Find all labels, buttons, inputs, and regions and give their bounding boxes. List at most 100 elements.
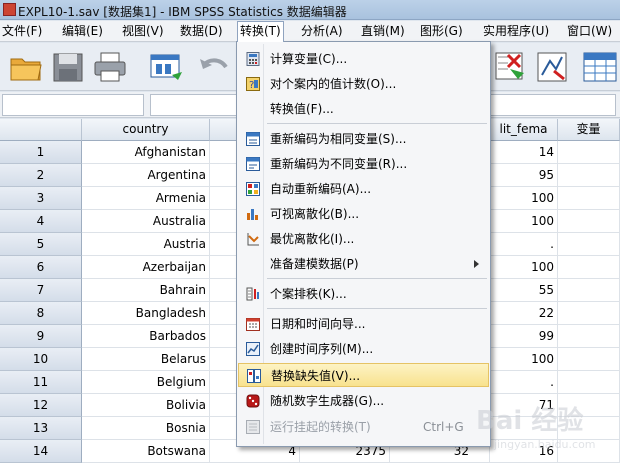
menu-data[interactable]: 数据(D) bbox=[178, 21, 225, 42]
cell-empty[interactable] bbox=[558, 325, 620, 348]
row-header[interactable]: 9 bbox=[0, 325, 82, 348]
row-header[interactable]: 8 bbox=[0, 302, 82, 325]
cell-country[interactable]: Armenia bbox=[82, 187, 210, 210]
menu-view[interactable]: 视图(V) bbox=[120, 21, 166, 42]
menu-direct-marketing[interactable]: 直销(M) bbox=[359, 21, 407, 42]
menu-item-recode-same[interactable]: 重新编码为相同变量(S)... bbox=[238, 127, 489, 151]
menu-edit[interactable]: 编辑(E) bbox=[60, 21, 105, 42]
weight-cases-icon[interactable] bbox=[534, 49, 570, 85]
select-cases-icon[interactable] bbox=[492, 49, 528, 85]
cell-empty[interactable] bbox=[558, 302, 620, 325]
cell-empty[interactable] bbox=[558, 187, 620, 210]
menu-item-label: 转换值(F)... bbox=[270, 102, 334, 116]
cell-lit-fema[interactable]: 55 bbox=[490, 279, 558, 302]
menu-item-count-values[interactable]: ? 对个案内的值计数(O)... bbox=[238, 72, 489, 96]
optimal-binning-icon bbox=[247, 233, 259, 246]
cell-country[interactable]: Bosnia bbox=[82, 417, 210, 440]
menu-item-shortcut: Ctrl+G bbox=[423, 420, 464, 434]
menu-separator bbox=[267, 123, 487, 124]
cell-country[interactable]: Bolivia bbox=[82, 394, 210, 417]
menu-graphs[interactable]: 图形(G) bbox=[418, 21, 465, 42]
menu-item-label: 计算变量(C)... bbox=[270, 52, 348, 66]
row-header[interactable]: 2 bbox=[0, 164, 82, 187]
menu-item-optimal-binning[interactable]: 最优离散化(I)... bbox=[238, 227, 489, 251]
row-header[interactable]: 4 bbox=[0, 210, 82, 233]
row-header[interactable]: 3 bbox=[0, 187, 82, 210]
menu-item-recode-different[interactable]: 重新编码为不同变量(R)... bbox=[238, 152, 489, 176]
calculator-icon bbox=[246, 52, 260, 66]
cell-country[interactable]: Austria bbox=[82, 233, 210, 256]
cell-lit-fema[interactable]: 100 bbox=[490, 348, 558, 371]
cell-country[interactable]: Afghanistan bbox=[82, 141, 210, 164]
cell-country[interactable]: Argentina bbox=[82, 164, 210, 187]
menu-item-auto-recode[interactable]: 自动重新编码(A)... bbox=[238, 177, 489, 201]
cell-empty[interactable] bbox=[558, 256, 620, 279]
cell-country[interactable]: Barbados bbox=[82, 325, 210, 348]
cell-lit-fema[interactable]: 100 bbox=[490, 187, 558, 210]
cell-lit-fema[interactable]: 100 bbox=[490, 210, 558, 233]
menu-window[interactable]: 窗口(W) bbox=[565, 21, 614, 42]
watermark-logo: Bai 经验 bbox=[476, 406, 584, 436]
cell-name-box[interactable] bbox=[2, 94, 144, 116]
menu-item-label: 创建时间序列(M)... bbox=[270, 342, 374, 356]
print-icon[interactable] bbox=[92, 49, 128, 85]
cell-lit-fema[interactable]: 100 bbox=[490, 256, 558, 279]
cell-lit-fema[interactable]: 14 bbox=[490, 141, 558, 164]
row-header[interactable]: 10 bbox=[0, 348, 82, 371]
cell-empty[interactable] bbox=[558, 164, 620, 187]
menu-item-create-time-series[interactable]: 创建时间序列(M)... bbox=[238, 337, 489, 361]
menu-analyze[interactable]: 分析(A) bbox=[299, 21, 345, 42]
menu-item-prepare-modeling[interactable]: 准备建模数据(P) bbox=[238, 252, 489, 276]
value-labels-icon[interactable] bbox=[582, 49, 618, 85]
cell-country[interactable]: Australia bbox=[82, 210, 210, 233]
title-bar: EXPL10-1.sav [数据集1] - IBM SPSS Statistic… bbox=[0, 0, 620, 20]
menu-item-compute-variable[interactable]: 计算变量(C)... bbox=[238, 47, 489, 71]
time-series-icon bbox=[246, 342, 260, 356]
cell-country[interactable]: Belgium bbox=[82, 371, 210, 394]
cell-empty[interactable] bbox=[558, 141, 620, 164]
cell-empty[interactable] bbox=[558, 210, 620, 233]
row-header[interactable]: 11 bbox=[0, 371, 82, 394]
menu-transform[interactable]: 转换(T) bbox=[237, 21, 284, 42]
menu-utilities[interactable]: 实用程序(U) bbox=[481, 21, 551, 42]
cell-empty[interactable] bbox=[558, 233, 620, 256]
row-header[interactable]: 5 bbox=[0, 233, 82, 256]
open-folder-icon[interactable] bbox=[8, 49, 44, 85]
cell-lit-fema[interactable]: 22 bbox=[490, 302, 558, 325]
save-icon[interactable] bbox=[50, 49, 86, 85]
cell-empty[interactable] bbox=[558, 348, 620, 371]
cell-country[interactable]: Botswana bbox=[82, 440, 210, 463]
cell-lit-fema[interactable]: . bbox=[490, 371, 558, 394]
cell-country[interactable]: Bangladesh bbox=[82, 302, 210, 325]
auto-recode-icon bbox=[246, 182, 260, 196]
menu-item-visual-binning[interactable]: 可视离散化(B)... bbox=[238, 202, 489, 226]
cell-lit-fema[interactable]: 99 bbox=[490, 325, 558, 348]
column-header-country[interactable]: country bbox=[82, 119, 210, 141]
menu-item-random-number-generator[interactable]: 随机数字生成器(G)... bbox=[238, 389, 489, 413]
menu-item-date-time-wizard[interactable]: 日期和时间向导... bbox=[238, 312, 489, 336]
menu-item-replace-missing[interactable]: 替换缺失值(V)... bbox=[238, 363, 489, 387]
menu-item-shift-values[interactable]: 转换值(F)... bbox=[238, 97, 489, 121]
column-header-var[interactable]: 变量 bbox=[558, 119, 620, 141]
menu-file[interactable]: 文件(F) bbox=[0, 21, 44, 42]
undo-icon[interactable] bbox=[196, 49, 232, 85]
dialog-recall-icon[interactable] bbox=[148, 49, 184, 85]
menu-item-rank-cases[interactable]: 个案排秩(K)... bbox=[238, 282, 489, 306]
cell-empty[interactable] bbox=[558, 371, 620, 394]
calendar-icon bbox=[246, 318, 260, 331]
menu-item-run-pending[interactable]: 运行挂起的转换(T) Ctrl+G bbox=[238, 415, 489, 439]
row-header[interactable]: 13 bbox=[0, 417, 82, 440]
cell-country[interactable]: Bahrain bbox=[82, 279, 210, 302]
cell-country[interactable]: Belarus bbox=[82, 348, 210, 371]
row-header[interactable]: 14 bbox=[0, 440, 82, 463]
cell-lit-fema[interactable]: . bbox=[490, 233, 558, 256]
row-header[interactable]: 12 bbox=[0, 394, 82, 417]
cell-country[interactable]: Azerbaijan bbox=[82, 256, 210, 279]
cell-empty[interactable] bbox=[558, 279, 620, 302]
row-header[interactable]: 7 bbox=[0, 279, 82, 302]
column-header-lit-fema[interactable]: lit_fema bbox=[490, 119, 558, 141]
row-header[interactable]: 6 bbox=[0, 256, 82, 279]
menu-item-label: 日期和时间向导... bbox=[270, 317, 366, 331]
row-header[interactable]: 1 bbox=[0, 141, 82, 164]
cell-lit-fema[interactable]: 95 bbox=[490, 164, 558, 187]
